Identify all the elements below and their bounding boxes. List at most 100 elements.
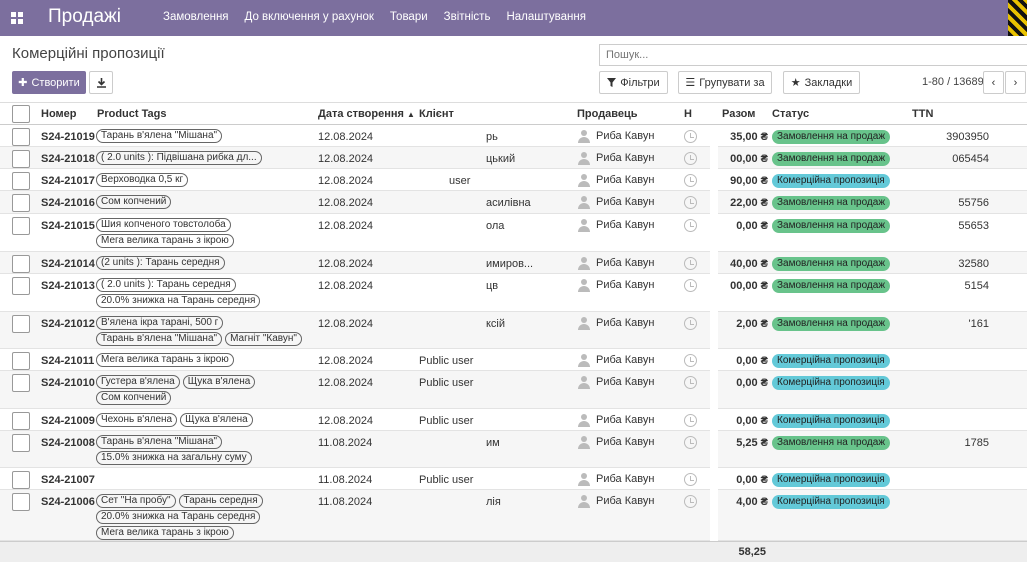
status-badge: Замовлення на продаж <box>772 279 891 293</box>
pager-previous-button[interactable]: ‹ <box>983 71 1004 94</box>
col-activity[interactable]: Н <box>684 108 692 120</box>
row-checkbox[interactable] <box>12 217 30 235</box>
col-status[interactable]: Статус <box>772 108 809 120</box>
col-date[interactable]: Дата створення ▲ <box>318 108 415 120</box>
activity-clock-icon[interactable] <box>684 196 697 209</box>
user-avatar-icon <box>577 375 591 389</box>
row-checkbox[interactable] <box>12 128 30 146</box>
sort-asc-icon: ▲ <box>406 110 415 119</box>
seller-name: Риба Кавун <box>596 219 655 231</box>
pager-next-button[interactable]: › <box>1005 71 1026 94</box>
chevron-left-icon: ‹ <box>991 76 996 89</box>
row-checkbox[interactable] <box>12 315 30 333</box>
activity-clock-icon[interactable] <box>684 473 697 486</box>
activity-clock-icon[interactable] <box>684 257 697 270</box>
row-checkbox[interactable] <box>12 471 30 489</box>
table-row[interactable]: S24-21015 Шия копченого товстолоба Мега ве… <box>0 214 1027 252</box>
status-badge: Комерційна пропозиція <box>772 174 890 188</box>
status-badge: Замовлення на продаж <box>772 196 891 210</box>
table-row[interactable]: S24-21016 Сом копчений 12.08.2024 асилівна Р… <box>0 191 1027 214</box>
col-tags[interactable]: Product Tags <box>97 108 166 120</box>
creation-date: 11.08.2024 <box>318 474 373 486</box>
menu-to-invoice[interactable]: До включення у рахунок <box>245 11 374 23</box>
row-checkbox[interactable] <box>12 352 30 370</box>
creation-date: 12.08.2024 <box>318 318 374 330</box>
activity-clock-icon[interactable] <box>684 152 697 165</box>
col-client[interactable]: Клієнт <box>419 108 454 120</box>
menu-orders[interactable]: Замовлення <box>163 11 229 23</box>
order-total: 0,00 ₴ <box>736 415 768 427</box>
row-checkbox[interactable] <box>12 412 30 430</box>
activity-clock-icon[interactable] <box>684 495 697 508</box>
row-checkbox[interactable] <box>12 194 30 212</box>
order-total: 40,00 ₴ <box>730 258 768 270</box>
app-brand[interactable]: Продажі <box>48 6 121 28</box>
table-row[interactable]: S24-21007 11.08.2024 Public user Риба Кавун… <box>0 468 1027 490</box>
product-tag: Мега велика тарань з ікрою <box>96 353 234 367</box>
col-number[interactable]: Номер <box>41 108 77 120</box>
product-tag: Щука в'ялена <box>182 375 256 389</box>
activity-clock-icon[interactable] <box>684 436 697 449</box>
order-total: 0,00 ₴ <box>736 474 768 486</box>
activity-clock-icon[interactable] <box>684 279 697 292</box>
filters-button[interactable]: Фільтри <box>599 71 668 94</box>
col-total[interactable]: Разом <box>722 108 755 120</box>
product-tag: Тарань в'ялена "Мішана" <box>96 435 223 449</box>
group-by-button[interactable]: ☰ Групувати за <box>678 71 772 94</box>
menu-products[interactable]: Товари <box>390 11 428 23</box>
activity-clock-icon[interactable] <box>684 219 697 232</box>
search-input[interactable] <box>599 44 1027 66</box>
col-seller[interactable]: Продавець <box>577 108 638 120</box>
main-menu: Замовлення До включення у рахунок Товари… <box>163 11 586 23</box>
user-avatar-icon <box>577 129 591 143</box>
creation-date: 12.08.2024 <box>318 175 374 187</box>
table-row[interactable]: S24-21011 Мега велика тарань з ікрою 12.08… <box>0 349 1027 371</box>
row-checkbox[interactable] <box>12 255 30 273</box>
row-checkbox[interactable] <box>12 493 30 511</box>
order-number: S24-21017 <box>41 175 95 187</box>
activity-clock-icon[interactable] <box>684 376 697 389</box>
table-row[interactable]: S24-21009 Чехонь в'ялена Щука в'ялена 12.08… <box>0 409 1027 431</box>
client-name: лія <box>486 496 501 508</box>
product-tag: ( 2.0 units ): Підвішана рибка дл... <box>96 151 262 165</box>
activity-clock-icon[interactable] <box>684 414 697 427</box>
product-tag: Чехонь в'ялена <box>96 413 178 427</box>
activity-clock-icon[interactable] <box>684 130 697 143</box>
activity-clock-icon[interactable] <box>684 354 697 367</box>
activity-clock-icon[interactable] <box>684 317 697 330</box>
seller-name: Риба Кавун <box>596 317 655 329</box>
create-button[interactable]: ✚ Створити <box>12 71 86 94</box>
favorites-label: Закладки <box>804 76 853 89</box>
seller: Риба Кавун <box>577 472 654 486</box>
apps-menu-icon[interactable] <box>11 12 23 24</box>
table-header: Номер Product Tags Дата створення ▲ Кліє… <box>0 102 1027 125</box>
select-all-checkbox[interactable] <box>12 105 30 123</box>
table-row[interactable]: S24-21012 В'ялена ікра тарані, 500 г Таран… <box>0 312 1027 349</box>
row-checkbox[interactable] <box>12 150 30 168</box>
table-row[interactable]: S24-21013( 2.0 units ): Тарань середня 20… <box>0 274 1027 312</box>
table-row[interactable]: S24-21018( 2.0 units ): Підвішана рибка … <box>0 147 1027 169</box>
seller: Риба Кавун <box>577 195 654 209</box>
activity-clock-icon[interactable] <box>684 174 697 187</box>
user-avatar-icon <box>577 278 591 292</box>
col-ttn[interactable]: TTN <box>912 108 933 120</box>
menu-reporting[interactable]: Звітність <box>444 11 491 23</box>
row-checkbox[interactable] <box>12 277 30 295</box>
favorites-button[interactable]: ★ Закладки <box>783 71 860 94</box>
row-checkbox[interactable] <box>12 172 30 190</box>
menu-settings[interactable]: Налаштування <box>506 11 585 23</box>
table-row[interactable]: S24-21019 Тарань в'ялена "Мішана" 12.08.20… <box>0 125 1027 147</box>
client-name: им <box>486 437 500 449</box>
table-row[interactable]: S24-21008 Тарань в'ялена "Мішана" 15.0% зн… <box>0 431 1027 468</box>
download-button[interactable] <box>89 71 113 94</box>
row-checkbox[interactable] <box>12 434 30 452</box>
table-row[interactable]: S24-21014 (2 units ): Тарань середня 12.08… <box>0 252 1027 274</box>
pager-value[interactable]: 1-80 / 13689 <box>922 76 984 88</box>
table-row[interactable]: S24-21006 Сет "На пробу" Тарань середня 20.… <box>0 490 1027 541</box>
table-row[interactable]: S24-21010 Густера в'ялена Щука в'ялена Сом … <box>0 371 1027 409</box>
row-checkbox[interactable] <box>12 374 30 392</box>
creation-date: 12.08.2024 <box>318 258 374 270</box>
table-row[interactable]: S24-21017 Верховодка 0,5 кг 12.08.2024 user… <box>0 169 1027 191</box>
seller-name: Риба Кавун <box>596 130 655 142</box>
order-number: S24-21007 <box>41 474 95 486</box>
